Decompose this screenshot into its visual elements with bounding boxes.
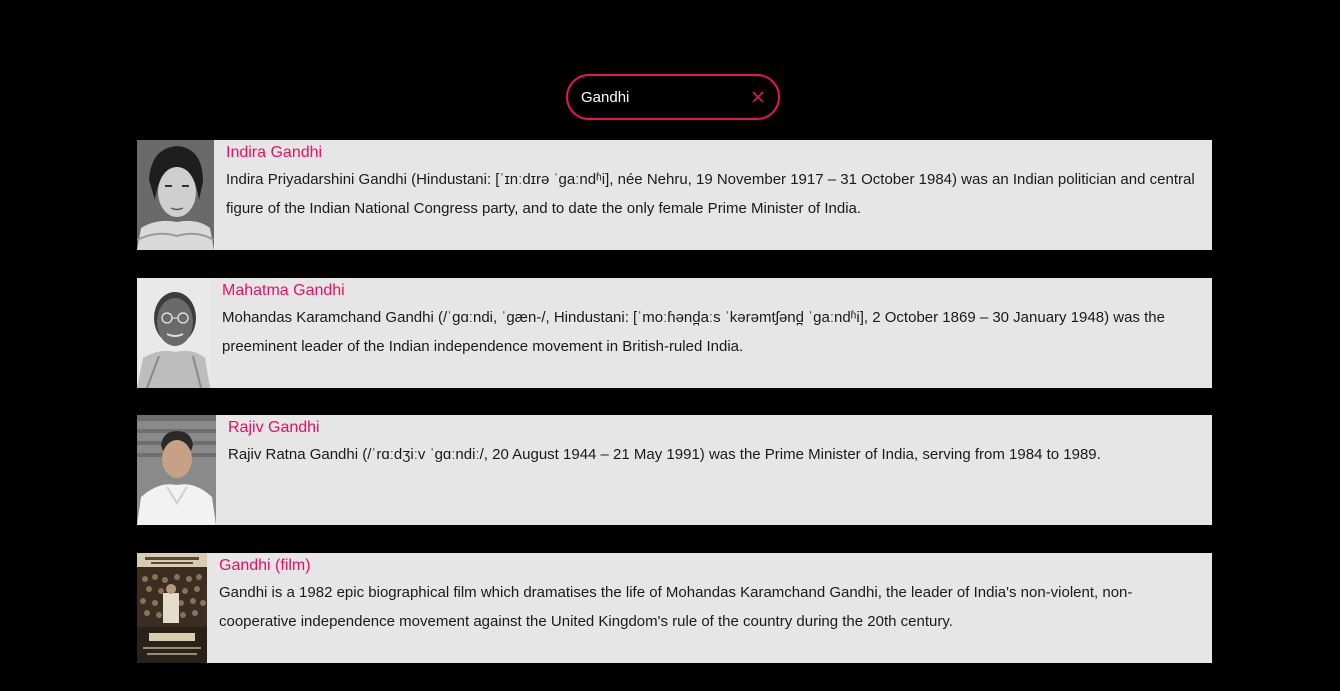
result-body: Gandhi (film) Gandhi is a 1982 epic biog… xyxy=(207,553,1212,663)
result-description: Gandhi is a 1982 epic biographical film … xyxy=(219,584,1133,630)
result-card: Gandhi (film) Gandhi is a 1982 epic biog… xyxy=(137,553,1212,663)
results-list: Indira Gandhi Indira Priyadarshini Gandh… xyxy=(137,140,1212,691)
result-title-link[interactable]: Gandhi (film) xyxy=(219,556,311,576)
result-title-link[interactable]: Mahatma Gandhi xyxy=(222,281,345,301)
portrait-thumbnail[interactable] xyxy=(137,140,214,250)
result-body: Mahatma Gandhi Mohandas Karamchand Gandh… xyxy=(210,278,1212,388)
result-description: Rajiv Ratna Gandhi (/ˈrɑːdʒiːv ˈɡɑːndiː/… xyxy=(228,446,1101,463)
result-card: Mahatma Gandhi Mohandas Karamchand Gandh… xyxy=(137,278,1212,388)
result-description: Mohandas Karamchand Gandhi (/ˈɡɑːndi, ˈɡ… xyxy=(222,309,1165,355)
result-title-link[interactable]: Indira Gandhi xyxy=(226,143,322,163)
result-title-link[interactable]: Rajiv Gandhi xyxy=(228,418,320,438)
result-body: Rajiv Gandhi Rajiv Ratna Gandhi (/ˈrɑːdʒ… xyxy=(216,415,1212,525)
result-card: Rajiv Gandhi Rajiv Ratna Gandhi (/ˈrɑːdʒ… xyxy=(137,415,1212,525)
result-description: Indira Priyadarshini Gandhi (Hindustani:… xyxy=(226,171,1195,217)
result-body: Indira Gandhi Indira Priyadarshini Gandh… xyxy=(214,140,1212,250)
film-poster-thumbnail[interactable] xyxy=(137,553,207,663)
search-box xyxy=(566,74,780,120)
result-card: Indira Gandhi Indira Priyadarshini Gandh… xyxy=(137,140,1212,250)
clear-search-button[interactable] xyxy=(748,86,768,108)
portrait-thumbnail[interactable] xyxy=(137,278,210,388)
portrait-thumbnail[interactable] xyxy=(137,415,216,525)
search-input[interactable] xyxy=(581,86,741,108)
close-icon xyxy=(752,91,764,103)
